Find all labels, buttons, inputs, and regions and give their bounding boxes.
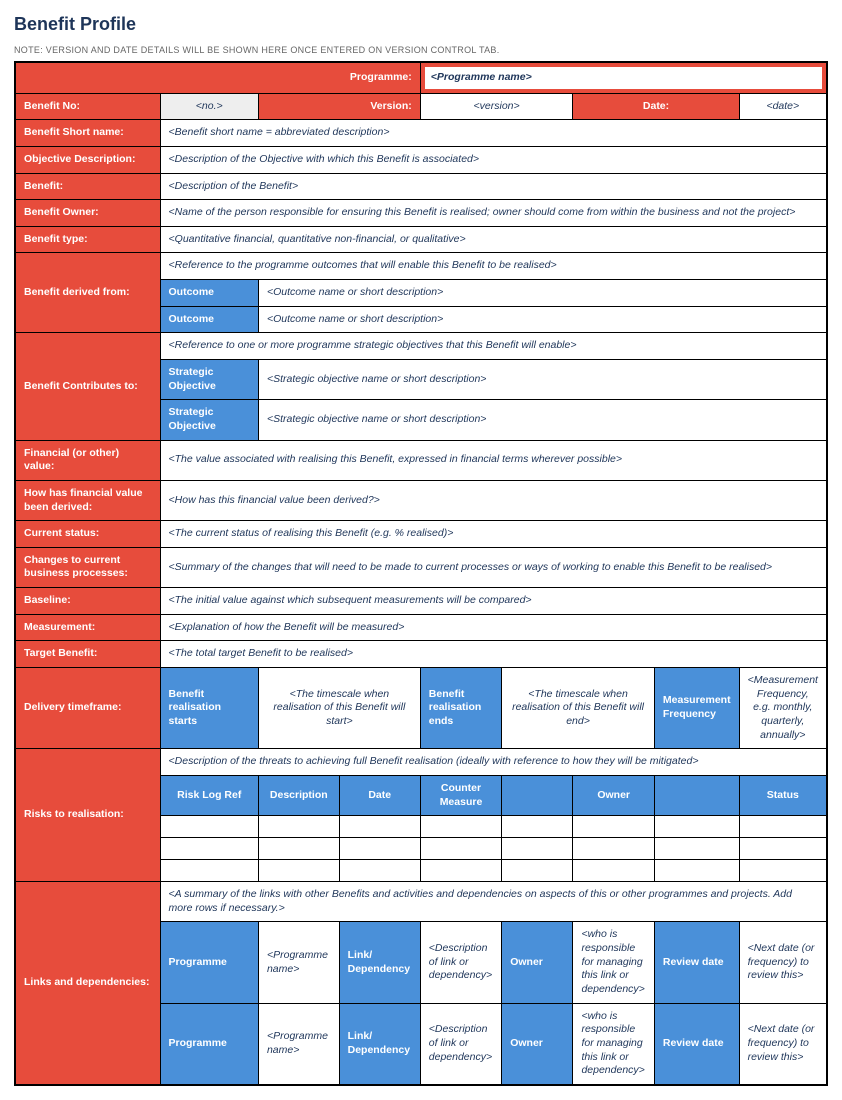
baseline-value[interactable]: <The initial value against which subsequ…: [160, 588, 827, 615]
links-owner-value[interactable]: <who is responsible for managing this li…: [573, 1003, 654, 1085]
links-review-label: Review date: [654, 922, 739, 1003]
strategic-label-1: Strategic Objective: [160, 360, 258, 400]
links-owner-value[interactable]: <who is responsible for managing this li…: [573, 922, 654, 1003]
strategic-value-1[interactable]: <Strategic objective name or short descr…: [258, 360, 827, 400]
risk-h-blank2: [654, 775, 739, 815]
strategic-value-2[interactable]: <Strategic objective name or short descr…: [258, 400, 827, 440]
measurement-label: Measurement:: [15, 614, 160, 641]
links-prog-value[interactable]: <Programme name>: [258, 922, 339, 1003]
risk-h-desc: Description: [258, 775, 339, 815]
timeframe-freq-value[interactable]: <Measurement Frequency, e.g. monthly, qu…: [739, 668, 827, 749]
contributes-intro[interactable]: <Reference to one or more programme stra…: [160, 333, 827, 360]
links-owner-label: Owner: [502, 1003, 573, 1085]
programme-value[interactable]: <Programme name>: [425, 67, 822, 89]
risk-h-blank1: [502, 775, 573, 815]
financial-value[interactable]: <The value associated with realising thi…: [160, 440, 827, 480]
target-value[interactable]: <The total target Benefit to be realised…: [160, 641, 827, 668]
benefit-no-value[interactable]: <no.>: [160, 93, 258, 120]
links-prog-label: Programme: [160, 922, 258, 1003]
date-label: Date:: [573, 93, 739, 120]
derived-intro[interactable]: <Reference to the programme outcomes tha…: [160, 253, 827, 280]
links-intro[interactable]: <A summary of the links with other Benef…: [160, 882, 827, 922]
risk-h-counter: Counter Measure: [420, 775, 501, 815]
links-link-value[interactable]: <Description of link or dependency>: [420, 1003, 501, 1085]
objective-value[interactable]: <Description of the Objective with which…: [160, 146, 827, 173]
links-review-label: Review date: [654, 1003, 739, 1085]
links-label: Links and dependencies:: [15, 882, 160, 1085]
version-note: NOTE: VERSION AND DATE DETAILS WILL BE S…: [14, 45, 828, 55]
risk-h-owner: Owner: [573, 775, 654, 815]
outcome-value-2[interactable]: <Outcome name or short description>: [258, 306, 827, 333]
status-value[interactable]: <The current status of realising this Be…: [160, 521, 827, 548]
programme-row: Programme: <Programme name>: [15, 62, 827, 93]
baseline-label: Baseline:: [15, 588, 160, 615]
objective-label: Objective Description:: [15, 146, 160, 173]
timeframe-start-value[interactable]: <The timescale when realisation of this …: [258, 668, 420, 749]
target-label: Target Benefit:: [15, 641, 160, 668]
version-label: Version:: [258, 93, 420, 120]
timeframe-freq-label: Measurement Frequency: [654, 668, 739, 749]
links-review-value[interactable]: <Next date (or frequency) to review this…: [739, 1003, 827, 1085]
timeframe-label: Delivery timeframe:: [15, 668, 160, 749]
links-link-value[interactable]: <Description of link or dependency>: [420, 922, 501, 1003]
how-derived-value[interactable]: <How has this financial value been deriv…: [160, 480, 827, 520]
contributes-label: Benefit Contributes to:: [15, 333, 160, 440]
benefit-profile-table: Programme: <Programme name> Benefit No: …: [14, 61, 828, 1086]
risk-h-status: Status: [739, 775, 827, 815]
risks-label: Risks to realisation:: [15, 749, 160, 882]
date-value[interactable]: <date>: [739, 93, 827, 120]
links-link-label: Link/ Dependency: [339, 1003, 420, 1085]
type-label: Benefit type:: [15, 226, 160, 253]
short-name-label: Benefit Short name:: [15, 120, 160, 147]
page-title: Benefit Profile: [14, 14, 828, 35]
measurement-value[interactable]: <Explanation of how the Benefit will be …: [160, 614, 827, 641]
type-value[interactable]: <Quantitative financial, quantitative no…: [160, 226, 827, 253]
benefit-no-label: Benefit No:: [15, 93, 160, 120]
outcome-label-1: Outcome: [160, 280, 258, 307]
owner-value[interactable]: <Name of the person responsible for ensu…: [160, 200, 827, 227]
links-prog-label: Programme: [160, 1003, 258, 1085]
changes-value[interactable]: <Summary of the changes that will need t…: [160, 547, 827, 587]
links-review-value[interactable]: <Next date (or frequency) to review this…: [739, 922, 827, 1003]
outcome-label-2: Outcome: [160, 306, 258, 333]
header-row: Benefit No: <no.> Version: <version> Dat…: [15, 93, 827, 120]
risk-h-date: Date: [339, 775, 420, 815]
strategic-label-2: Strategic Objective: [160, 400, 258, 440]
owner-label: Benefit Owner:: [15, 200, 160, 227]
timeframe-end-value[interactable]: <The timescale when realisation of this …: [502, 668, 655, 749]
links-prog-value[interactable]: <Programme name>: [258, 1003, 339, 1085]
benefit-value[interactable]: <Description of the Benefit>: [160, 173, 827, 200]
risks-intro[interactable]: <Description of the threats to achieving…: [160, 749, 827, 776]
links-link-label: Link/ Dependency: [339, 922, 420, 1003]
short-name-value[interactable]: <Benefit short name = abbreviated descri…: [160, 120, 827, 147]
version-value[interactable]: <version>: [420, 93, 573, 120]
programme-label: Programme:: [15, 62, 420, 93]
links-owner-label: Owner: [502, 922, 573, 1003]
timeframe-start-label: Benefit realisation starts: [160, 668, 258, 749]
derived-from-label: Benefit derived from:: [15, 253, 160, 333]
risk-h-ref: Risk Log Ref: [160, 775, 258, 815]
outcome-value-1[interactable]: <Outcome name or short description>: [258, 280, 827, 307]
timeframe-end-label: Benefit realisation ends: [420, 668, 501, 749]
how-derived-label: How has financial value been derived:: [15, 480, 160, 520]
status-label: Current status:: [15, 521, 160, 548]
benefit-label: Benefit:: [15, 173, 160, 200]
timeframe-row: Delivery timeframe: Benefit realisation …: [15, 668, 827, 749]
changes-label: Changes to current business processes:: [15, 547, 160, 587]
financial-label: Financial (or other) value:: [15, 440, 160, 480]
